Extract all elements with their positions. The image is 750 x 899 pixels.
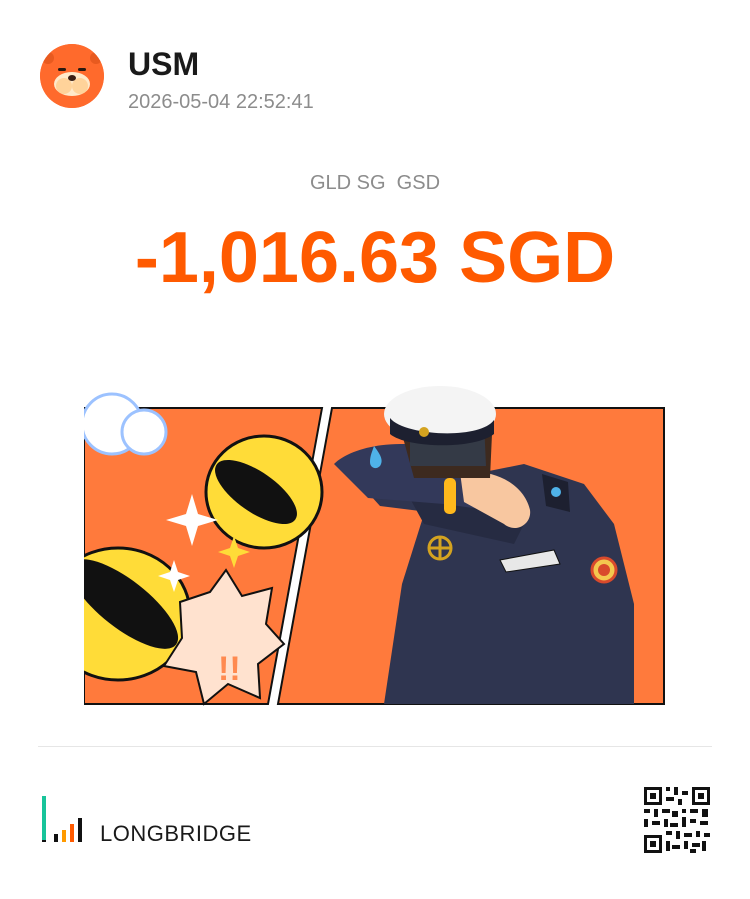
username: USM xyxy=(128,46,200,82)
share-header: USM 2026-05-04 22:52:41 xyxy=(40,44,710,124)
pnl-amount: -1,016.63 SGD xyxy=(134,218,616,298)
divider xyxy=(38,746,712,747)
brand-footer: LONGBRIDGE xyxy=(40,794,300,850)
longbridge-logo-icon xyxy=(40,794,92,851)
stock-symbol: GLD SG GSD xyxy=(309,172,441,194)
timestamp: 2026-05-04 22:52:41 xyxy=(128,91,314,113)
qr-code-icon[interactable] xyxy=(642,785,712,855)
svg-text:!!: !! xyxy=(218,650,241,688)
loss-captain-illustration: !! xyxy=(44,374,668,708)
mascot-avatar-icon xyxy=(40,44,104,108)
brand-name: LONGBRIDGE xyxy=(100,821,252,846)
